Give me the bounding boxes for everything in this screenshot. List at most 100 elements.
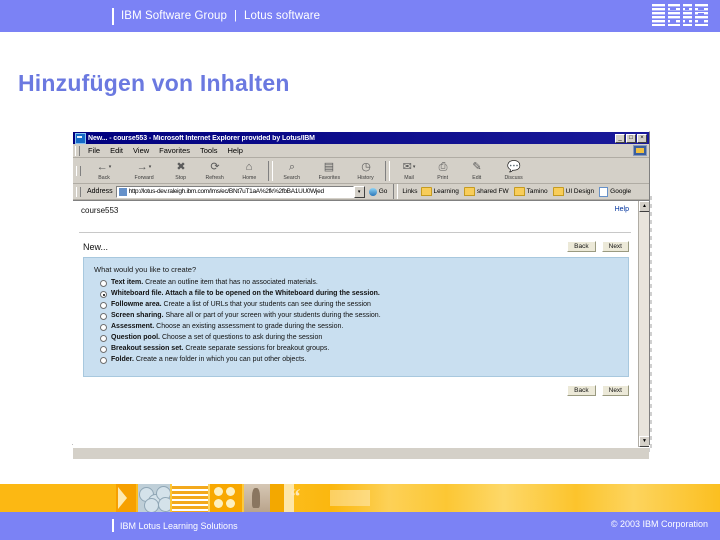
back-button-top[interactable]: Back [567, 241, 596, 252]
page-icon [599, 186, 609, 197]
page-heading-row: New... Back Next [73, 233, 637, 252]
option-question-pool-label: Question pool. Choose a set of questions… [111, 334, 323, 341]
search-icon: ⌕ [288, 160, 296, 173]
option-whiteboard-file-label: Whiteboard file. Attach a file to be ope… [111, 290, 380, 297]
toolbar-discuss-button[interactable]: 💬 Discuss [494, 159, 534, 182]
menu-favorites[interactable]: Favorites [154, 146, 195, 155]
browser-toolbar[interactable]: ← ▾ Back → ▾ Forward ✖ Stop ⟳ Refresh ⌂ Ho… [73, 158, 649, 184]
toolbar-mail-button[interactable]: ✉ ▾ Mail [392, 159, 426, 182]
radio-icon[interactable] [100, 335, 107, 342]
option-whiteboard-file[interactable]: Whiteboard file. Attach a file to be ope… [100, 290, 628, 298]
radio-icon[interactable] [100, 313, 107, 320]
toolbar-back-label: Back [98, 174, 110, 181]
decor-dots-graphic [210, 484, 242, 512]
toolbar-favorites-label: Favorites [318, 174, 340, 181]
menubar-grip-handle[interactable] [75, 145, 80, 156]
toolbar-stop-button[interactable]: ✖ Stop [164, 159, 198, 182]
page-title: Hinzufügen von Inhalten [18, 70, 290, 96]
menu-view[interactable]: View [128, 146, 154, 155]
next-button-top[interactable]: Next [601, 241, 629, 252]
toolbar-back-button[interactable]: ← ▾ Back [84, 159, 124, 182]
scroll-up-button[interactable]: ▲ [639, 201, 649, 212]
menu-help[interactable]: Help [223, 146, 248, 155]
history-icon: ◷ [361, 160, 371, 173]
ibm-logo-icon [652, 4, 708, 26]
address-input[interactable]: http://lotus-dev.raleigh.ibm.com/lms/ec/… [115, 185, 354, 198]
option-question-pool[interactable]: Question pool. Choose a set of questions… [100, 334, 628, 342]
link-learning[interactable]: Learning [420, 187, 459, 196]
page-content: course553 Help New... Back Next What wou… [73, 201, 637, 447]
option-followme-area-label: Followme area. Create a list of URLs tha… [111, 301, 371, 308]
footer-left-group: IBM Lotus Learning Solutions [112, 519, 238, 532]
address-dropdown-button[interactable]: ▾ [353, 185, 365, 198]
toolbar-print-button[interactable]: ⎙ Print [426, 159, 460, 182]
menu-bar[interactable]: File Edit View Favorites Tools Help [73, 144, 649, 158]
menu-tools[interactable]: Tools [195, 146, 223, 155]
link-shared-fw-label: shared FW [476, 188, 509, 195]
close-button[interactable]: × [637, 133, 647, 143]
option-folder[interactable]: Folder. Create a new folder in which you… [100, 356, 628, 364]
option-breakout-session-set[interactable]: Breakout session set. Create separate se… [100, 345, 628, 353]
window-controls[interactable]: _ □ × [615, 133, 647, 143]
toolbar-separator-2 [385, 160, 390, 181]
option-folder-label: Folder. Create a new folder in which you… [111, 356, 307, 363]
option-screen-sharing[interactable]: Screen sharing. Share all or part of you… [100, 312, 628, 320]
help-link[interactable]: Help [615, 206, 629, 213]
toolbar-search-label: Search [283, 174, 301, 181]
home-icon: ⌂ [245, 160, 253, 173]
link-shared-fw[interactable]: shared FW [463, 187, 509, 196]
option-screen-sharing-label: Screen sharing. Share all or part of you… [111, 312, 381, 319]
radio-icon[interactable] [100, 291, 107, 298]
address-label: Address [87, 188, 113, 195]
toolbar-grip-handle[interactable] [76, 165, 81, 176]
toolbar-home-button[interactable]: ⌂ Home [232, 159, 266, 182]
footer-decorative-band: “ [0, 484, 720, 512]
menu-file[interactable]: File [83, 146, 105, 155]
option-text-item[interactable]: Text item. Create an outline item that h… [100, 279, 628, 287]
window-title: New... - course553 - Microsoft Internet … [88, 134, 315, 142]
option-assessment[interactable]: Assessment. Choose an existing assessmen… [100, 323, 628, 331]
toolbar-history-label: History [357, 174, 375, 181]
toolbar-search-button[interactable]: ⌕ Search [275, 159, 309, 182]
maximize-button[interactable]: □ [626, 133, 636, 143]
decor-triangle-graphic [116, 484, 136, 512]
go-icon [368, 187, 377, 196]
radio-icon[interactable] [100, 346, 107, 353]
forward-arrow-icon: → ▾ [136, 160, 152, 173]
radio-icon[interactable] [100, 324, 107, 331]
link-google[interactable]: Google [599, 186, 631, 197]
menu-edit[interactable]: Edit [105, 146, 128, 155]
link-ui-design[interactable]: UI Design [552, 187, 594, 196]
page-top-row: course553 Help [73, 201, 637, 215]
toolbar-favorites-button[interactable]: ▤ Favorites [309, 159, 349, 182]
toolbar-stop-label: Stop [175, 174, 187, 181]
toolbar-history-button[interactable]: ◷ History [349, 159, 383, 182]
folder-icon [552, 187, 564, 196]
header-divider-rule [112, 7, 114, 25]
next-button-bottom[interactable]: Next [601, 385, 629, 396]
go-button[interactable]: Go [368, 187, 387, 196]
toolbar-edit-button[interactable]: ✎ Edit [460, 159, 494, 182]
bottom-nav-buttons: Back Next [73, 377, 637, 396]
address-bar[interactable]: Address http://lotus-dev.raleigh.ibm.com… [73, 184, 649, 200]
radio-icon[interactable] [100, 302, 107, 309]
header-separator: | [233, 10, 237, 22]
radio-icon[interactable] [100, 357, 107, 364]
back-button-bottom[interactable]: Back [567, 385, 596, 396]
toolbar-forward-button[interactable]: → ▾ Forward [124, 159, 164, 182]
option-followme-area[interactable]: Followme area. Create a list of URLs tha… [100, 301, 628, 309]
vertical-scrollbar[interactable]: ▲ ▼ [638, 201, 649, 447]
folder-icon [420, 187, 432, 196]
addressbar-grip-handle[interactable] [76, 186, 81, 197]
scroll-down-button[interactable]: ▼ [639, 436, 649, 447]
footer-left-label: IBM Lotus Learning Solutions [120, 520, 238, 531]
ie-app-icon [75, 132, 86, 144]
page-viewport: course553 Help New... Back Next What wou… [73, 200, 649, 447]
link-tamino[interactable]: Tamino [513, 187, 548, 196]
option-breakout-session-set-label: Breakout session set. Create separate se… [111, 345, 330, 352]
minimize-button[interactable]: _ [615, 133, 625, 143]
toolbar-refresh-button[interactable]: ⟳ Refresh [198, 159, 232, 182]
page-footer-band: IBM Lotus Learning Solutions © 2003 IBM … [0, 512, 720, 540]
radio-icon[interactable] [100, 280, 107, 287]
create-options-panel: What would you like to create? Text item… [83, 257, 629, 377]
